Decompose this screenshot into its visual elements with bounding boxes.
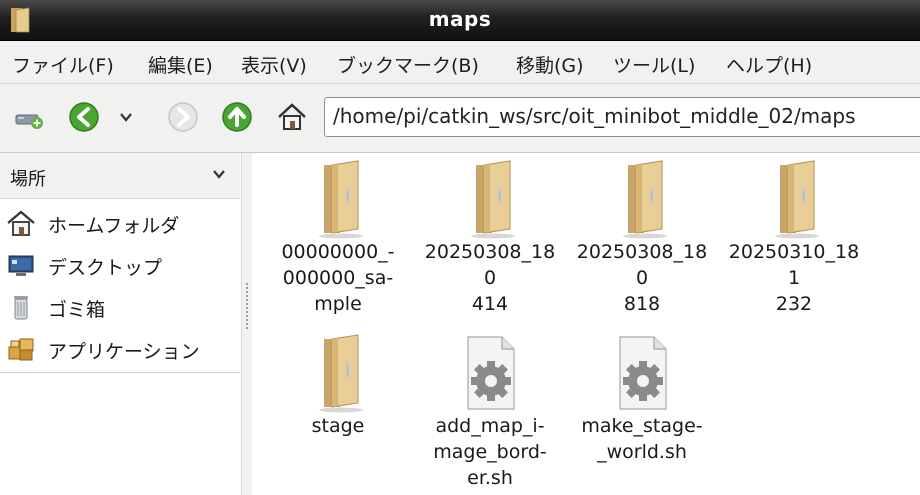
desktop-icon: [8, 255, 34, 276]
address-bar[interactable]: /home/pi/catkin_ws/src/oit_minibot_middl…: [324, 97, 920, 137]
back-button[interactable]: [67, 100, 101, 134]
forward-arrow-icon: [168, 102, 198, 132]
new-tab-icon: [15, 114, 43, 129]
script-file-icon: [619, 336, 667, 410]
menu-tools[interactable]: ツール(L): [613, 51, 695, 78]
sidebar-item-label: ゴミ箱: [48, 299, 106, 321]
menu-bar: ファイル(F) 編集(E) 表示(V) ブックマーク(B) 移動(G) ツール(…: [0, 41, 920, 84]
home-icon: [278, 103, 306, 130]
title-bar[interactable]: maps: [0, 0, 920, 41]
sidebar-item-label: アプリケーション: [48, 341, 200, 363]
script-file-icon: [467, 336, 515, 410]
pane-splitter[interactable]: [241, 153, 252, 495]
history-dropdown-button[interactable]: [115, 100, 137, 134]
folder-icon: [319, 334, 363, 413]
file-name: 20250308_180 414: [424, 241, 556, 315]
folder-icon: [623, 160, 667, 239]
gear-icon: [623, 361, 663, 401]
sidebar-item-desktop[interactable]: デスクトップ: [0, 244, 240, 286]
sidebar-item-applications[interactable]: アプリケーション: [0, 328, 240, 370]
toolbar: /home/pi/catkin_ws/src/oit_minibot_middl…: [0, 84, 920, 153]
menu-help[interactable]: ヘルプ(H): [726, 51, 812, 78]
chevron-down-icon: [120, 113, 132, 122]
menu-view[interactable]: 表示(V): [241, 51, 307, 78]
up-arrow-icon: [222, 102, 252, 132]
folder-item[interactable]: 20250310_181 232: [719, 159, 869, 317]
folder-icon: [319, 160, 363, 239]
sidebar-item-trash[interactable]: ゴミ箱: [0, 286, 240, 328]
folder-item[interactable]: 20250308_180 414: [415, 159, 565, 317]
file-name: 20250310_181 232: [728, 241, 860, 315]
sidebar-item-home[interactable]: ホームフォルダ: [0, 202, 240, 244]
applications-icon: [8, 338, 34, 361]
menu-go[interactable]: 移動(G): [516, 51, 584, 78]
file-name: stage: [311, 415, 365, 437]
trash-icon: [14, 296, 28, 320]
sidebar: 場所 ホームフォルダ デスクトップ ゴミ箱 アプリケーション: [0, 153, 241, 495]
gear-icon: [471, 361, 511, 401]
script-item[interactable]: add_map_i- mage_bord- er.sh: [415, 333, 565, 491]
file-name: add_map_i- mage_bord- er.sh: [433, 415, 547, 489]
chevron-down-icon: [213, 170, 225, 179]
places-header[interactable]: 場所: [0, 153, 240, 199]
menu-bookmarks[interactable]: ブックマーク(B): [337, 51, 479, 78]
file-name: make_stage- _world.sh: [581, 415, 703, 463]
file-name: 20250308_180 818: [576, 241, 708, 315]
back-arrow-icon: [69, 102, 99, 132]
places-label: 場所: [10, 169, 46, 190]
home-icon: [7, 210, 35, 236]
window-title: maps: [428, 7, 492, 31]
folder-icon: [471, 160, 515, 239]
folder-icon: [775, 160, 819, 239]
folder-item[interactable]: 20250308_180 818: [567, 159, 717, 317]
new-tab-button[interactable]: [12, 100, 46, 134]
sidebar-divider: [0, 372, 240, 373]
home-button[interactable]: [275, 100, 309, 134]
file-name: 00000000_- 000000_sa- mple: [281, 241, 395, 315]
forward-button[interactable]: [166, 100, 200, 134]
sidebar-item-label: ホームフォルダ: [48, 215, 180, 237]
menu-file[interactable]: ファイル(F): [12, 51, 114, 78]
splitter-grip: [246, 283, 248, 331]
menu-edit[interactable]: 編集(E): [148, 51, 213, 78]
folder-item[interactable]: 00000000_- 000000_sa- mple: [263, 159, 413, 317]
sidebar-item-label: デスクトップ: [48, 257, 163, 279]
file-view: 00000000_- 000000_sa- mple 20250308_180 …: [252, 153, 920, 495]
folder-item[interactable]: stage: [263, 333, 413, 439]
script-item[interactable]: make_stage- _world.sh: [567, 333, 717, 465]
up-button[interactable]: [220, 100, 254, 134]
